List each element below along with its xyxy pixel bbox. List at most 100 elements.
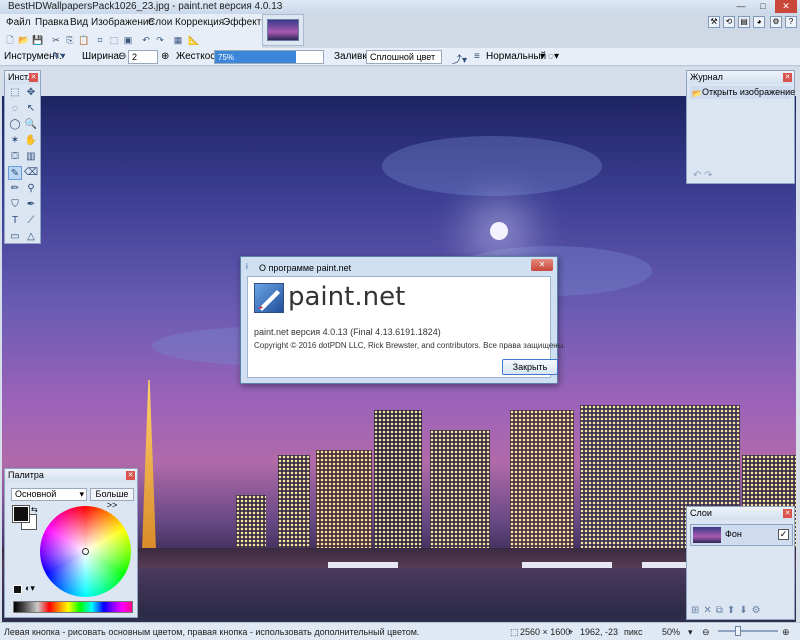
settings-icon[interactable]: ⚙ <box>770 16 782 28</box>
hardness-slider[interactable]: 75% <box>214 50 324 64</box>
rectangle-select-icon[interactable]: ⬚ <box>8 86 22 100</box>
paint-bucket-icon[interactable]: ⛋ <box>8 150 22 164</box>
history-close-icon[interactable]: ✕ <box>783 73 792 82</box>
zoom-icon[interactable]: 🔍 <box>24 118 38 132</box>
width-decrease-icon[interactable]: ⊖ <box>118 51 126 62</box>
grid-icon[interactable]: ▦ <box>172 34 184 46</box>
tools-close-icon[interactable]: ✕ <box>29 73 38 82</box>
history-item[interactable]: 📂 Открыть изображение <box>690 86 795 99</box>
select-all-icon[interactable]: ▣ <box>122 34 134 46</box>
zoom-in-icon[interactable]: ⊕ <box>782 627 790 638</box>
deselect-icon[interactable]: ⬚ <box>108 34 120 46</box>
blend-chevron-down-icon[interactable]: ▾ <box>540 51 545 62</box>
save-icon[interactable]: 💾 <box>32 34 44 46</box>
color-picker-icon[interactable]: ⚲ <box>24 182 38 196</box>
menu-file[interactable]: Файл <box>6 17 31 28</box>
ellipse-select-icon[interactable]: ◯ <box>8 118 22 132</box>
hardness-value: 75% <box>218 53 235 62</box>
palette-close-icon[interactable]: ✕ <box>126 471 135 480</box>
paintbrush-icon[interactable]: ✎▾ <box>52 51 65 62</box>
help-icon[interactable]: ? <box>785 16 797 28</box>
building <box>374 410 422 550</box>
copy-icon[interactable]: ⎘ <box>64 34 76 46</box>
layer-visibility-checkbox[interactable]: ✓ <box>778 529 789 540</box>
pan-icon[interactable]: ✋ <box>24 134 38 148</box>
palette-menu-icon[interactable]: ◐▾ <box>25 583 35 594</box>
layer-actions-icons[interactable]: ⊞✕⧉⬆⬇⚙ <box>691 605 765 616</box>
layer-row[interactable]: Фон ✓ <box>690 524 793 546</box>
move-selected-icon[interactable]: ✥ <box>24 86 38 100</box>
building <box>510 410 574 550</box>
cut-icon[interactable]: ✂ <box>50 34 62 46</box>
zoom-slider-knob[interactable] <box>735 626 741 636</box>
layers-toggle-icon[interactable]: ▤ <box>738 16 750 28</box>
dialog-title: О программе paint.net <box>259 263 352 273</box>
history-panel-title: Журнал <box>687 71 794 84</box>
menu-adjustments[interactable]: Коррекция <box>175 17 224 28</box>
text-icon[interactable]: T <box>8 214 22 228</box>
alpha-mode-icon[interactable]: ◌▾ <box>548 51 559 62</box>
chevron-down-icon: ▾ <box>79 489 84 499</box>
close-button[interactable]: Закрыть <box>502 359 558 375</box>
dialog-close-icon[interactable]: ✕ <box>531 259 553 271</box>
blend-mode-select[interactable]: Нормальный <box>486 51 546 62</box>
fill-select[interactable]: Сплошной цвет <box>366 50 442 64</box>
recolor-icon[interactable]: ✒ <box>24 198 38 212</box>
line-curve-icon[interactable]: ⟋ <box>24 214 38 228</box>
width-increase-icon[interactable]: ⊕ <box>161 51 169 62</box>
paintbrush-tool-icon[interactable]: ✎ <box>8 166 22 180</box>
width-input[interactable]: 2 <box>128 50 158 64</box>
zoom-out-icon[interactable]: ⊖ <box>702 627 710 638</box>
cloud <box>382 136 602 196</box>
swap-colors-icon[interactable]: ⇆ <box>31 505 38 514</box>
tools-toggle-icon[interactable]: ⚒ <box>708 16 720 28</box>
status-hint: Левая кнопка - рисовать основным цветом,… <box>4 627 420 637</box>
menu-image[interactable]: Изображение <box>91 17 154 28</box>
pencil-icon[interactable]: ✏ <box>8 182 22 196</box>
color-wheel-marker[interactable] <box>82 548 89 555</box>
history-panel: Журнал ✕ 📂 Открыть изображение ↶ ↷ <box>686 70 795 184</box>
building <box>316 450 372 550</box>
primary-color-swatch[interactable] <box>12 505 30 523</box>
cursor-icon: ⌖ <box>568 627 574 637</box>
menu-edit[interactable]: Правка <box>35 17 69 28</box>
palette-mode-select[interactable]: Основной ▾ <box>11 488 87 501</box>
history-undo-icon[interactable]: ↶ ↷ <box>693 170 713 181</box>
crop-icon[interactable]: ⌗ <box>94 34 106 46</box>
new-icon[interactable]: 🗋 <box>4 34 16 46</box>
cursor-position: 1962, -23 <box>580 627 619 637</box>
color-wheel[interactable] <box>40 506 131 597</box>
zoom-slider-track[interactable] <box>718 630 778 632</box>
move-selection-icon[interactable]: ↖ <box>24 102 38 116</box>
default-colors-icon[interactable] <box>13 585 22 594</box>
shape-type-icon[interactable]: △ <box>24 230 38 244</box>
magic-wand-icon[interactable]: ✶ <box>8 134 22 148</box>
open-icon[interactable]: 📂 <box>18 34 30 46</box>
tool-options-bar: Инструмент: ✎▾ Ширина: ⊖ 2 ⊕ Жесткость: … <box>0 48 800 66</box>
zoom-menu-icon[interactable]: ▾ <box>688 627 693 638</box>
shapes-icon[interactable]: ▭ <box>8 230 22 244</box>
minimize-icon[interactable]: — <box>730 0 752 13</box>
more-button[interactable]: Больше >> <box>90 488 134 510</box>
maximize-icon[interactable]: □ <box>752 0 774 13</box>
paste-icon[interactable]: 📋 <box>78 34 90 46</box>
palette-color-strip[interactable] <box>13 601 133 613</box>
close-icon[interactable]: ✕ <box>775 0 797 13</box>
redo-icon[interactable]: ↷ <box>154 34 166 46</box>
eraser-icon[interactable]: ⌫ <box>24 166 38 180</box>
colors-toggle-icon[interactable]: ◕ <box>753 16 765 28</box>
building <box>278 455 310 550</box>
clone-stamp-icon[interactable]: ⛉ <box>8 198 22 212</box>
image-tab-thumbnail[interactable] <box>267 19 299 41</box>
lasso-icon[interactable]: ◌ <box>8 102 22 116</box>
gradient-icon[interactable]: ▥ <box>24 150 38 164</box>
layers-close-icon[interactable]: ✕ <box>783 509 792 518</box>
undo-icon[interactable]: ↶ <box>140 34 152 46</box>
history-toggle-icon[interactable]: ⟲ <box>723 16 735 28</box>
antialiasing-icon[interactable]: ⤴▾ <box>452 51 467 66</box>
ruler-icon[interactable]: 📐 <box>188 34 200 46</box>
menu-layers[interactable]: Слои <box>148 17 172 28</box>
menu-view[interactable]: Вид <box>70 17 88 28</box>
blend-mode-icon[interactable]: ≡ <box>474 51 480 62</box>
units-select[interactable]: пикс <box>624 627 642 637</box>
